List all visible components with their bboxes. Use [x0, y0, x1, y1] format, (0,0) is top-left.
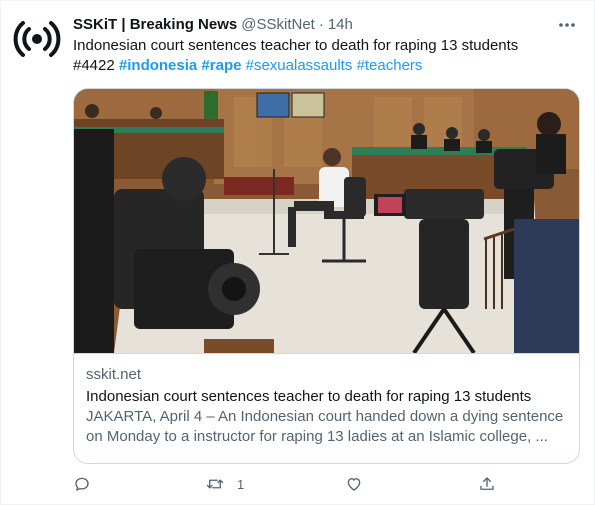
like-button[interactable] — [345, 471, 363, 497]
share-button[interactable] — [478, 471, 496, 497]
more-horizontal-icon — [559, 23, 575, 27]
tweet-tags-line: #4422 #indonesia #rape #sexualassaults #… — [73, 56, 573, 76]
courtroom-photo — [74, 89, 579, 354]
author-handle[interactable]: @SSkitNet — [241, 16, 315, 33]
card-description-line: on Monday to a instructor for raping 13 … — [86, 428, 548, 445]
hashtag-link[interactable]: #teachers — [357, 57, 423, 74]
card-meta: sskit.net Indonesian court sentences tea… — [86, 365, 567, 447]
link-preview-card[interactable]: sskit.net Indonesian court sentences tea… — [73, 88, 580, 464]
more-options-button[interactable] — [555, 16, 579, 34]
retweet-button[interactable]: 1 — [205, 471, 244, 497]
retweet-icon — [206, 479, 224, 489]
tweet-text: Indonesian court sentences teacher to de… — [73, 36, 573, 76]
hashtag-link[interactable]: #sexualassaults — [246, 57, 353, 74]
avatar[interactable] — [12, 14, 62, 64]
card-description-line: JAKARTA, April 4 – An Indonesian court h… — [86, 408, 564, 425]
tweet-header: SSKiT | Breaking News @SSkitNet · 14h — [73, 14, 575, 34]
like-icon — [347, 478, 361, 491]
retweet-count: 1 — [237, 476, 245, 492]
hashtag-link[interactable]: #rape — [201, 57, 241, 74]
author-name[interactable]: SSKiT | Breaking News — [73, 16, 237, 33]
card-domain: sskit.net — [86, 366, 142, 383]
tweet-actions: 1 — [73, 471, 513, 497]
tweet-id-text: #4422 — [73, 57, 115, 74]
card-title: Indonesian court sentences teacher to de… — [86, 388, 532, 405]
share-icon — [480, 477, 494, 490]
tweet-timestamp[interactable]: 14h — [328, 16, 353, 33]
hashtag-link[interactable]: #indonesia — [119, 57, 197, 74]
reply-icon — [75, 477, 89, 491]
reply-button[interactable] — [73, 471, 91, 497]
broadcast-icon — [13, 21, 61, 57]
separator-dot: · — [318, 15, 324, 33]
tweet-headline: Indonesian court sentences teacher to de… — [73, 37, 519, 54]
